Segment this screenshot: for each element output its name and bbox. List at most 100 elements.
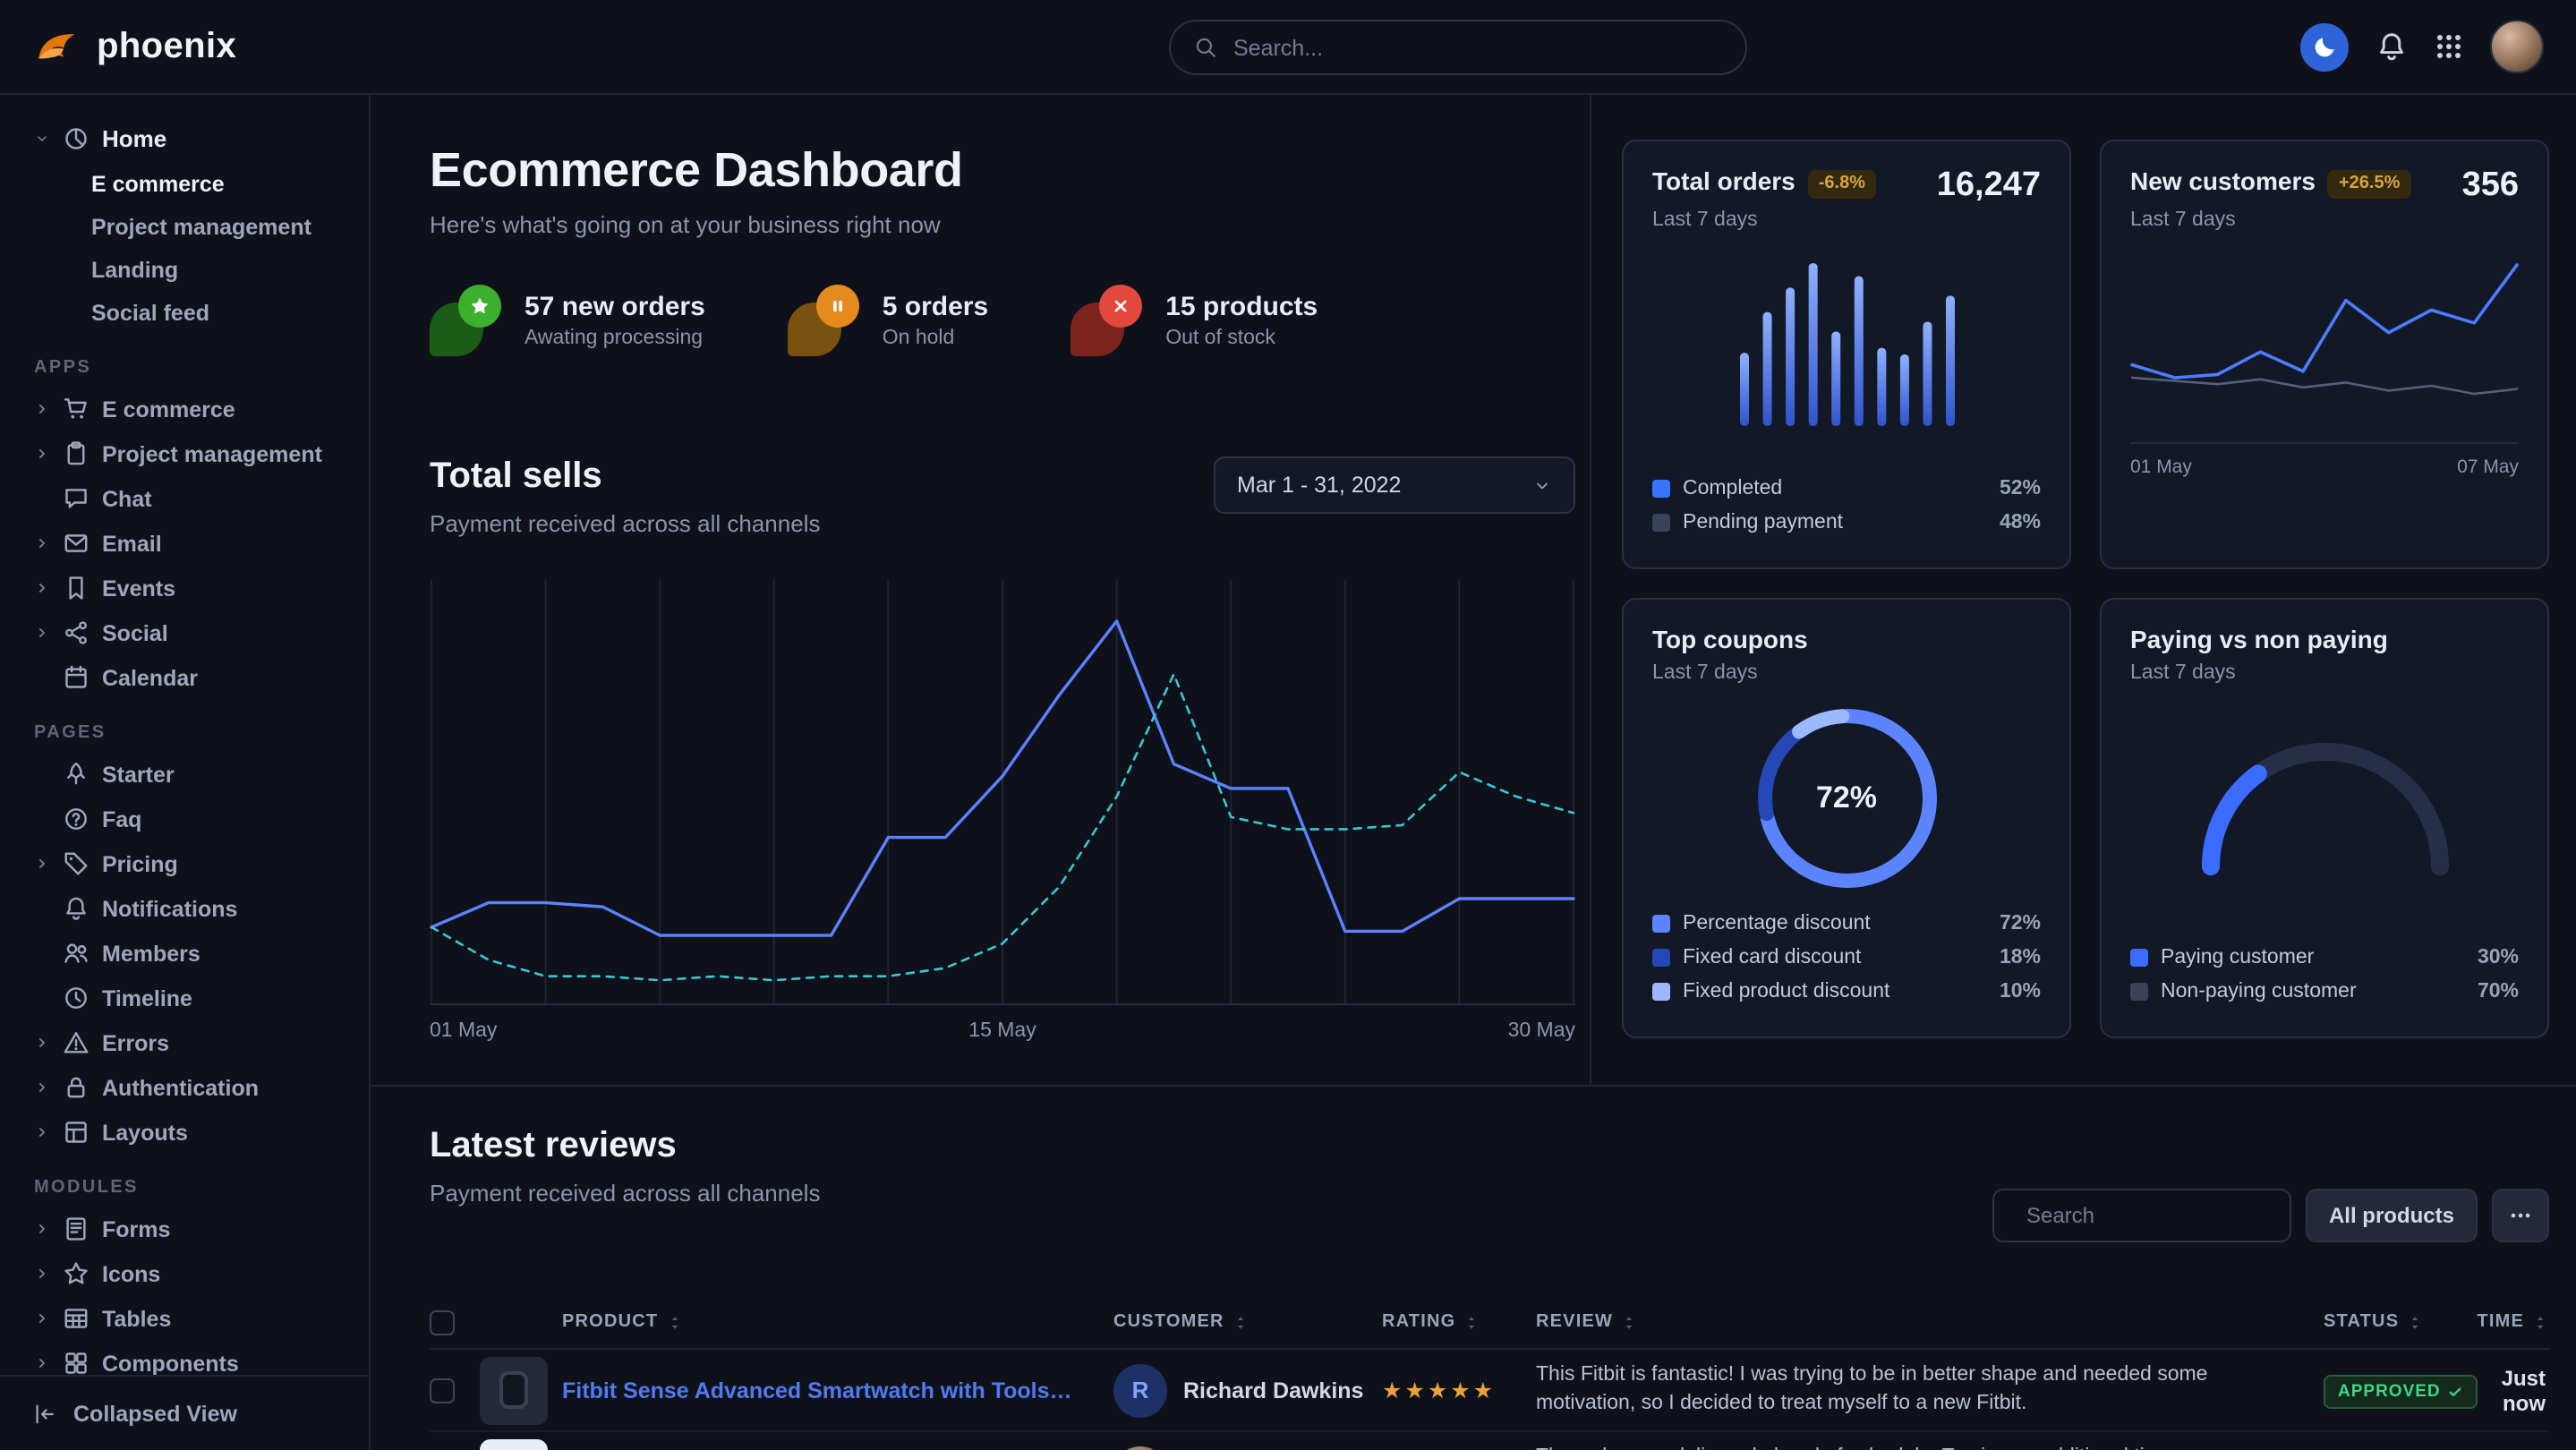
reviews-table: PRODUCT CUSTOMER RATING REVIEW STATUS TI… <box>430 1296 2549 1450</box>
caret-right-icon <box>34 446 50 462</box>
notifications-button[interactable] <box>2376 30 2408 63</box>
date-range-select[interactable]: Mar 1 - 31, 2022 <box>1214 456 1575 514</box>
sidebar-item-social-feed[interactable]: Social feed <box>23 292 354 335</box>
card-period: Last 7 days <box>2130 209 2410 230</box>
sidebar-item-components[interactable]: Components <box>23 1341 354 1375</box>
legend-value: 10% <box>2000 980 2041 1002</box>
caret-right-icon <box>34 856 50 872</box>
stat-orders-on-hold: 5 orders On hold <box>788 285 988 356</box>
product-link[interactable]: Fitbit Sense Advanced Smartwatch with To… <box>562 1378 1113 1403</box>
sidebar-item-project-management-dashboard[interactable]: Project management <box>23 206 354 249</box>
x-label-end: 30 May <box>1508 1020 1575 1042</box>
table-header: PRODUCT CUSTOMER RATING REVIEW STATUS TI… <box>430 1296 2549 1350</box>
sidebar-item-layouts[interactable]: Layouts <box>23 1110 354 1155</box>
forms-icon <box>63 1215 90 1242</box>
sidebar-item-members[interactable]: Members <box>23 931 354 976</box>
on-hold-icon <box>788 285 859 356</box>
more-options-button[interactable] <box>2492 1189 2549 1242</box>
reviews-title: Latest reviews <box>430 1126 2549 1167</box>
top-navbar: phoenix <box>0 0 2576 95</box>
envelope-icon <box>63 530 90 557</box>
row-checkbox[interactable] <box>430 1378 455 1403</box>
legend-value: 18% <box>2000 946 2041 968</box>
sidebar-item-events[interactable]: Events <box>23 566 354 610</box>
cart-icon <box>63 396 90 422</box>
caret-spacer <box>34 670 50 686</box>
new-customers-line-chart <box>2130 252 2519 431</box>
column-header-rating[interactable]: RATING <box>1382 1312 1536 1332</box>
sort-icon <box>665 1313 683 1331</box>
tag-icon <box>63 850 90 877</box>
sidebar-item-home[interactable]: Home <box>23 116 354 161</box>
question-icon <box>63 806 90 832</box>
caret-spacer <box>34 490 50 507</box>
theme-toggle-button[interactable] <box>2300 22 2349 71</box>
legend-swatch <box>1652 479 1670 497</box>
sidebar-item-project-management-app[interactable]: Project management <box>23 431 354 476</box>
ellipsis-icon <box>2508 1203 2533 1228</box>
sidebar-item-label: E commerce <box>102 397 235 422</box>
bell-icon <box>2376 30 2408 63</box>
sidebar-item-chat[interactable]: Chat <box>23 476 354 521</box>
column-header-time[interactable]: TIME <box>2460 1312 2549 1332</box>
navbar-actions <box>2300 20 2544 73</box>
dashboard-header-section: Ecommerce Dashboard Here's what's going … <box>371 95 1590 1085</box>
sidebar-item-ecommerce-app[interactable]: E commerce <box>23 387 354 431</box>
review-row: iPhone 13 pro max-Pacific Blue-128GB sto… <box>430 1432 2549 1450</box>
stat-caption: Out of stock <box>1165 328 1318 349</box>
sidebar-item-label: Email <box>102 531 162 556</box>
sidebar-item-label: Starter <box>102 762 175 787</box>
global-search[interactable] <box>1169 20 1747 75</box>
section-label-pages: PAGES <box>34 723 354 743</box>
customer-avatar: R <box>1113 1363 1167 1417</box>
sidebar-item-email[interactable]: Email <box>23 521 354 566</box>
sidebar-item-faq[interactable]: Faq <box>23 797 354 841</box>
sidebar-item-label: Timeline <box>102 985 192 1011</box>
search-input[interactable] <box>1233 35 1722 60</box>
sidebar-item-timeline[interactable]: Timeline <box>23 976 354 1020</box>
column-header-review[interactable]: REVIEW <box>1536 1312 2324 1332</box>
reviews-search-input[interactable] <box>2026 1203 2304 1228</box>
sidebar-item-authentication[interactable]: Authentication <box>23 1065 354 1110</box>
layout-icon <box>63 1119 90 1146</box>
sidebar-item-notifications[interactable]: Notifications <box>23 886 354 931</box>
review-time: Just now <box>2460 1365 2549 1415</box>
sidebar-item-forms[interactable]: Forms <box>23 1207 354 1251</box>
collapsed-view-toggle[interactable]: Collapsed View <box>0 1375 369 1450</box>
column-header-status[interactable]: STATUS <box>2324 1312 2460 1332</box>
clipboard-icon <box>63 440 90 467</box>
sidebar-item-landing[interactable]: Landing <box>23 249 354 292</box>
total-sells-subtitle: Payment received across all channels <box>430 510 820 537</box>
column-header-product[interactable]: PRODUCT <box>562 1312 1113 1332</box>
clock-icon <box>63 985 90 1011</box>
legend-swatch <box>1652 513 1670 531</box>
legend-label: Fixed card discount <box>1683 946 1987 968</box>
all-products-button[interactable]: All products <box>2306 1189 2478 1242</box>
card-legend: Paying customer 30% Non-paying customer … <box>2130 940 2519 1011</box>
legend-swatch <box>1652 948 1670 966</box>
sidebar-item-pricing[interactable]: Pricing <box>23 841 354 886</box>
sidebar-item-label: Home <box>102 125 166 152</box>
select-all-checkbox[interactable] <box>430 1309 455 1335</box>
sidebar-item-e-commerce-dashboard[interactable]: E commerce <box>23 163 354 206</box>
sidebar-item-icons[interactable]: Icons <box>23 1251 354 1296</box>
sidebar-item-label: Social <box>102 620 168 645</box>
reviews-search[interactable] <box>1992 1189 2291 1242</box>
sidebar-item-tables[interactable]: Tables <box>23 1296 354 1341</box>
sidebar-item-starter[interactable]: Starter <box>23 752 354 797</box>
legend-value: 30% <box>2478 946 2519 968</box>
sidebar-item-social[interactable]: Social <box>23 610 354 655</box>
sidebar-item-label: Icons <box>102 1261 160 1286</box>
reviews-toolbar: All products <box>1992 1189 2549 1242</box>
trend-badge: +26.5% <box>2328 169 2410 198</box>
apps-menu-button[interactable] <box>2435 32 2463 61</box>
date-range-value: Mar 1 - 31, 2022 <box>1237 473 1401 498</box>
sidebar-item-errors[interactable]: Errors <box>23 1020 354 1065</box>
sidebar-item-label: Errors <box>102 1030 169 1055</box>
column-header-customer[interactable]: CUSTOMER <box>1113 1312 1382 1332</box>
brand[interactable]: phoenix <box>32 22 236 71</box>
user-avatar[interactable] <box>2490 20 2544 73</box>
sidebar-item-calendar[interactable]: Calendar <box>23 655 354 700</box>
total-sells-header: Total sells Payment received across all … <box>430 456 1590 537</box>
caret-right-icon <box>34 1221 50 1237</box>
